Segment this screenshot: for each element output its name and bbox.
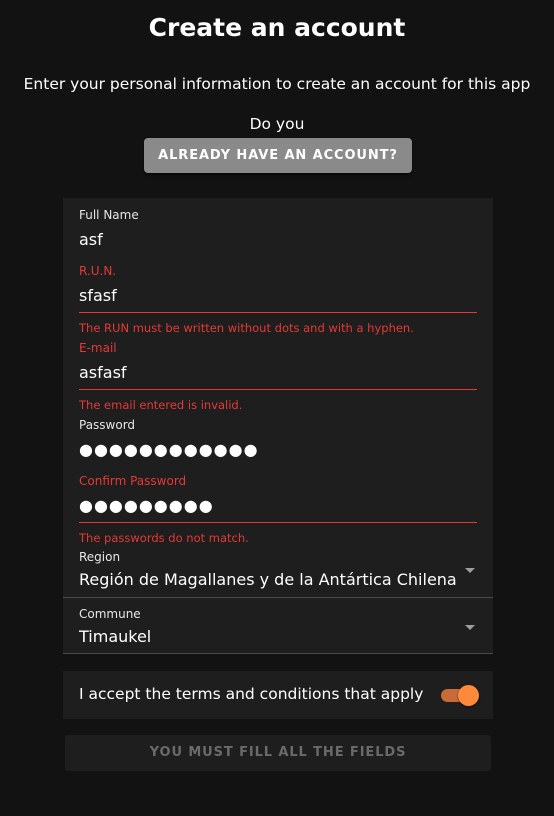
- commune-divider: [63, 653, 493, 654]
- confirm-password-label: Confirm Password: [79, 474, 187, 488]
- password-label: Password: [79, 418, 136, 432]
- already-have-account-button[interactable]: ALREADY HAVE AN ACCOUNT?: [144, 138, 412, 173]
- terms-label: I accept the terms and conditions that a…: [79, 685, 424, 703]
- terms-row: I accept the terms and conditions that a…: [63, 671, 493, 719]
- registration-form: Full Name asf R.U.N. sfasf The RUN must …: [63, 198, 493, 654]
- run-field[interactable]: R.U.N. sfasf The RUN must be written wit…: [79, 264, 477, 335]
- toggle-thumb[interactable]: [458, 685, 479, 706]
- terms-toggle[interactable]: [441, 685, 479, 706]
- email-input[interactable]: asfasf: [79, 363, 477, 383]
- commune-dropdown-arrow-icon[interactable]: [465, 625, 475, 630]
- region-label: Region: [79, 550, 121, 564]
- run-underline: [79, 312, 477, 313]
- email-field[interactable]: E-mail asfasf The email entered is inval…: [79, 341, 477, 412]
- page-subtitle: Enter your personal information to creat…: [23, 75, 531, 93]
- confirm-password-field[interactable]: Confirm Password ●●●●●●●●● The passwords…: [79, 474, 477, 545]
- commune-select[interactable]: Commune Timaukel: [63, 607, 493, 654]
- full-name-input[interactable]: asf: [79, 230, 477, 250]
- full-name-field[interactable]: Full Name asf: [79, 208, 477, 250]
- region-value: Región de Magallanes y de la Antártica C…: [79, 570, 457, 589]
- region-select[interactable]: Region Región de Magallanes y de la Antá…: [63, 550, 493, 598]
- confirm-password-error: The passwords do not match.: [79, 531, 249, 545]
- password-input[interactable]: ●●●●●●●●●●●●: [79, 440, 477, 460]
- region-divider: [63, 597, 493, 598]
- email-underline: [79, 389, 477, 390]
- email-error: The email entered is invalid.: [79, 398, 243, 412]
- region-dropdown-arrow-icon[interactable]: [465, 568, 475, 573]
- password-field[interactable]: Password ●●●●●●●●●●●●: [79, 418, 477, 460]
- commune-label: Commune: [79, 607, 141, 621]
- run-input[interactable]: sfasf: [79, 286, 477, 306]
- commune-value: Timaukel: [79, 627, 152, 646]
- login-prompt: Do you: [249, 115, 305, 133]
- confirm-password-input[interactable]: ●●●●●●●●●: [79, 496, 477, 516]
- run-label: R.U.N.: [79, 264, 117, 278]
- email-label: E-mail: [79, 341, 117, 355]
- page-title: Create an account: [148, 13, 406, 42]
- run-error: The RUN must be written without dots and…: [79, 321, 414, 335]
- confirm-password-underline: [79, 522, 477, 523]
- submit-button-disabled: YOU MUST FILL ALL THE FIELDS: [65, 735, 491, 771]
- full-name-label: Full Name: [79, 208, 139, 222]
